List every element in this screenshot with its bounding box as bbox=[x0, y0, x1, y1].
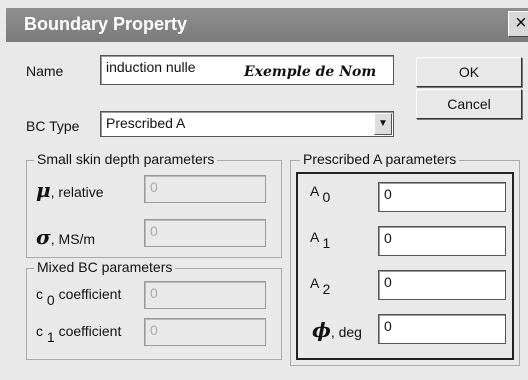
sigma-symbol: σ bbox=[36, 225, 51, 249]
bc-type-value: Prescribed A bbox=[106, 115, 186, 131]
phi-value: 0 bbox=[384, 318, 392, 334]
close-icon: × bbox=[515, 12, 527, 34]
c0-base: c bbox=[36, 286, 43, 302]
title-bar: Boundary Property × bbox=[6, 8, 528, 42]
sigma-label-text: , MS/m bbox=[50, 231, 96, 247]
mu-label: μ, relative bbox=[36, 178, 104, 202]
c1-value: 0 bbox=[150, 322, 158, 338]
a1-label: A 1 bbox=[310, 229, 330, 251]
phi-label: ϕ, deg bbox=[312, 318, 362, 342]
sigma-label: σ, MS/m bbox=[36, 225, 95, 249]
a2-input[interactable]: 0 bbox=[378, 270, 506, 300]
dialog-title: Boundary Property bbox=[24, 14, 188, 34]
mixed-bc-group-title: Mixed BC parameters bbox=[34, 259, 176, 275]
bc-type-label: BC Type bbox=[26, 118, 80, 134]
c0-input[interactable]: 0 bbox=[144, 281, 266, 309]
a0-sub: 0 bbox=[322, 189, 331, 205]
c1-label: c 1 coefficient bbox=[36, 323, 122, 345]
a2-base: A bbox=[310, 275, 319, 291]
ok-button[interactable]: OK bbox=[416, 57, 522, 87]
prescribed-a-group-title: Prescribed A parameters bbox=[300, 151, 460, 167]
c1-label-text: coefficient bbox=[58, 323, 122, 339]
skin-depth-group-title: Small skin depth parameters bbox=[34, 151, 218, 167]
c0-label: c 0 coefficient bbox=[36, 286, 122, 308]
mu-input[interactable]: 0 bbox=[144, 175, 266, 203]
mu-value: 0 bbox=[150, 179, 158, 195]
a1-sub: 1 bbox=[322, 235, 331, 251]
sigma-value: 0 bbox=[150, 223, 158, 239]
a1-value: 0 bbox=[384, 230, 392, 246]
a0-value: 0 bbox=[384, 186, 392, 202]
a0-label: A 0 bbox=[310, 183, 330, 205]
a2-value: 0 bbox=[384, 274, 392, 290]
c1-base: c bbox=[36, 323, 43, 339]
cancel-label: Cancel bbox=[447, 96, 491, 112]
c1-input[interactable]: 0 bbox=[144, 318, 266, 346]
bc-type-select[interactable]: Prescribed A ▼ bbox=[100, 111, 394, 137]
c0-label-text: coefficient bbox=[58, 286, 122, 302]
name-annotation: Exemple de Nom bbox=[244, 64, 377, 80]
a1-input[interactable]: 0 bbox=[378, 226, 506, 256]
name-label: Name bbox=[26, 63, 64, 79]
phi-input[interactable]: 0 bbox=[378, 314, 506, 344]
mu-label-text: , relative bbox=[50, 184, 104, 200]
c0-value: 0 bbox=[150, 285, 158, 301]
a0-base: A bbox=[310, 183, 319, 199]
chevron-down-icon[interactable]: ▼ bbox=[374, 113, 392, 135]
mu-symbol: μ bbox=[36, 178, 51, 202]
cancel-button[interactable]: Cancel bbox=[416, 89, 522, 119]
a0-input[interactable]: 0 bbox=[378, 182, 506, 212]
c0-sub: 0 bbox=[46, 292, 55, 308]
sigma-input[interactable]: 0 bbox=[144, 219, 266, 247]
name-value: induction nulle bbox=[106, 59, 196, 75]
a2-sub: 2 bbox=[322, 281, 331, 297]
a1-base: A bbox=[310, 229, 319, 245]
phi-label-text: , deg bbox=[330, 324, 362, 340]
a2-label: A 2 bbox=[310, 275, 330, 297]
ok-label: OK bbox=[458, 64, 480, 80]
phi-symbol: ϕ bbox=[312, 318, 331, 342]
c1-sub: 1 bbox=[46, 329, 55, 345]
close-button[interactable]: × bbox=[508, 11, 528, 37]
boundary-property-dialog: Boundary Property × Name induction nulle… bbox=[0, 0, 528, 380]
